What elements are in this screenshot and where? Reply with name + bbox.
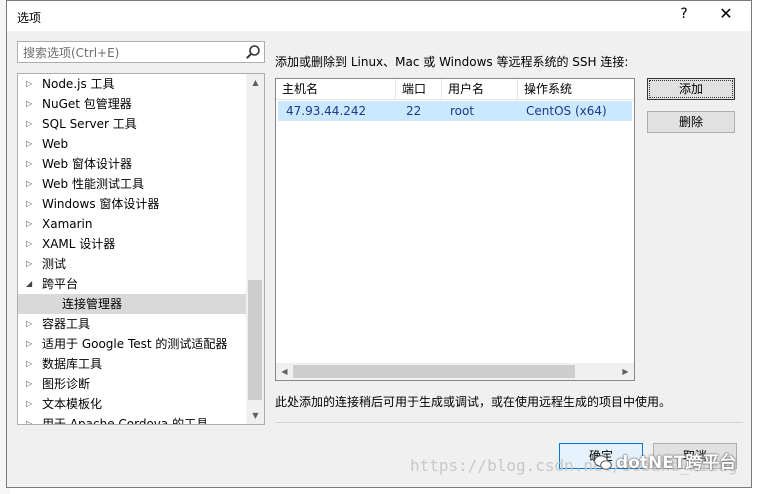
title-bar: 选项 ? ✕ xyxy=(7,1,751,31)
column-header-host[interactable]: 主机名 xyxy=(276,79,396,99)
cell-user: root xyxy=(450,104,475,118)
section-description: 添加或删除到 Linux、Mac 或 Windows 等远程系统的 SSH 连接… xyxy=(275,55,629,69)
connections-list: 主机名 端口 用户名 操作系统 47.93.44.242 22 root Cen… xyxy=(275,78,635,381)
scroll-right-icon[interactable]: ▶ xyxy=(617,363,634,380)
column-header-os[interactable]: 操作系统 xyxy=(518,79,634,99)
collapsed-arrow-icon[interactable]: ▷ xyxy=(26,334,36,354)
info-note: 此处添加的连接稍后可用于生成或调试，或在使用远程生成的项目中使用。 xyxy=(275,395,672,409)
cell-port: 22 xyxy=(406,104,422,118)
collapsed-arrow-icon[interactable]: ▷ xyxy=(26,314,36,334)
list-header: 主机名 端口 用户名 操作系统 xyxy=(276,79,634,100)
tree-item[interactable]: ▷ Windows 窗体设计器 xyxy=(18,194,248,214)
tree-item-label: 适用于 Google Test 的测试适配器 xyxy=(42,337,228,351)
options-tree: ▷ Node.js 工具 ▷ NuGet 包管理器 ▷ SQL Server 工具 ▷ Web… xyxy=(17,73,265,425)
delete-button[interactable]: 删除 xyxy=(647,111,735,133)
collapsed-arrow-icon[interactable]: ▷ xyxy=(26,114,36,134)
tree-item[interactable]: ▷ 用于 Apache Cordova 的工具 xyxy=(18,414,248,425)
tree-item[interactable]: ▷ Web 性能测试工具 xyxy=(18,174,248,194)
tree-item-label: Web xyxy=(42,137,69,151)
tree-item-label: XAML 设计器 xyxy=(42,237,116,251)
search-icon[interactable] xyxy=(245,44,261,60)
help-button[interactable]: ? xyxy=(675,6,693,22)
scroll-up-icon[interactable]: ▲ xyxy=(247,74,264,91)
tree-item[interactable]: ▷ SQL Server 工具 xyxy=(18,114,248,134)
tree-item[interactable]: ▷ 文本模板化 xyxy=(18,394,248,414)
table-row[interactable]: 47.93.44.242 22 root CentOS (x64) xyxy=(278,101,632,121)
tree-item-label: SQL Server 工具 xyxy=(42,117,137,131)
collapsed-arrow-icon[interactable]: ▷ xyxy=(26,234,36,254)
tree-item-label: NuGet 包管理器 xyxy=(42,97,132,111)
tree-item-label: Node.js 工具 xyxy=(42,77,115,91)
tree-item[interactable]: ▷ 容器工具 xyxy=(18,314,248,334)
collapsed-arrow-icon[interactable]: ▷ xyxy=(26,174,36,194)
dialog-title: 选项 xyxy=(17,11,42,25)
scroll-left-icon[interactable]: ◀ xyxy=(276,363,293,380)
column-header-port[interactable]: 端口 xyxy=(396,79,442,99)
cell-host: 47.93.44.242 xyxy=(286,104,367,118)
tree-item-label: 测试 xyxy=(42,257,67,271)
tree-item[interactable]: ▷ Xamarin xyxy=(18,214,248,234)
collapsed-arrow-icon[interactable]: ▷ xyxy=(26,394,36,414)
watermark-brand-text: dotNET跨平台 xyxy=(616,453,737,473)
collapsed-arrow-icon[interactable]: ▷ xyxy=(26,354,36,374)
search-input[interactable] xyxy=(21,44,235,62)
collapsed-arrow-icon[interactable]: ▷ xyxy=(26,134,36,154)
tree-item[interactable]: ▷ Web 窗体设计器 xyxy=(18,154,248,174)
tree-item-label: 图形诊断 xyxy=(42,377,91,391)
collapsed-arrow-icon[interactable]: ▷ xyxy=(26,194,36,214)
search-box xyxy=(17,41,265,63)
collapsed-arrow-icon[interactable]: ▷ xyxy=(26,254,36,274)
tree-item[interactable]: ▷ Web xyxy=(18,134,248,154)
cell-os: CentOS (x64) xyxy=(526,104,607,118)
tree-item-label: Web 性能测试工具 xyxy=(42,177,144,191)
tree-item-label: 连接管理器 xyxy=(62,297,123,311)
list-horizontal-scrollbar[interactable]: ◀ ▶ xyxy=(276,363,634,380)
tree-item-label: 跨平台 xyxy=(42,277,79,291)
tree-item-label: 数据库工具 xyxy=(42,357,103,371)
watermark-brand: dotNET跨平台 xyxy=(594,448,736,473)
tree-rows: ▷ Node.js 工具 ▷ NuGet 包管理器 ▷ SQL Server 工具 ▷ Web… xyxy=(18,74,248,425)
tree-item[interactable]: ▷ 适用于 Google Test 的测试适配器 xyxy=(18,334,248,354)
tree-item[interactable]: ▷ 数据库工具 xyxy=(18,354,248,374)
collapsed-arrow-icon[interactable]: ▷ xyxy=(26,94,36,114)
scroll-down-icon[interactable]: ▼ xyxy=(247,407,264,424)
tree-item-label: 用于 Apache Cordova 的工具 xyxy=(42,417,209,425)
tree-item[interactable]: ▷ 图形诊断 xyxy=(18,374,248,394)
tree-item-label: Windows 窗体设计器 xyxy=(42,197,160,211)
collapsed-arrow-icon[interactable]: ▷ xyxy=(26,414,36,424)
scroll-thumb[interactable] xyxy=(293,365,575,378)
tree-item-label: Web 窗体设计器 xyxy=(42,157,132,171)
scroll-thumb[interactable] xyxy=(248,280,262,400)
collapsed-arrow-icon[interactable]: ▷ xyxy=(26,214,36,234)
divider xyxy=(275,422,743,423)
tree-item[interactable]: 连接管理器 xyxy=(18,294,248,314)
tree-item[interactable]: ▷ XAML 设计器 xyxy=(18,234,248,254)
tree-item[interactable]: ▷ 测试 xyxy=(18,254,248,274)
options-dialog: 选项 ? ✕ ▷ Node.js 工具 ▷ NuGet 包管理器 ▷ SQL Server… xyxy=(6,0,752,488)
tree-item-label: Xamarin xyxy=(42,217,93,231)
tree-item[interactable]: ◢ 跨平台 xyxy=(18,274,248,294)
tree-item[interactable]: ▷ NuGet 包管理器 xyxy=(18,94,248,114)
tree-item[interactable]: ▷ Node.js 工具 xyxy=(18,74,248,94)
collapsed-arrow-icon[interactable]: ▷ xyxy=(26,154,36,174)
wechat-icon xyxy=(594,455,612,470)
expanded-arrow-icon[interactable]: ◢ xyxy=(26,274,36,294)
column-header-user[interactable]: 用户名 xyxy=(442,79,518,99)
collapsed-arrow-icon[interactable]: ▷ xyxy=(26,74,36,94)
close-button[interactable]: ✕ xyxy=(717,4,735,23)
tree-item-label: 文本模板化 xyxy=(42,397,103,411)
collapsed-arrow-icon[interactable]: ▷ xyxy=(26,374,36,394)
tree-item-label: 容器工具 xyxy=(42,317,91,331)
add-button[interactable]: 添加 xyxy=(647,78,735,100)
tree-vertical-scrollbar[interactable]: ▲ ▼ xyxy=(246,74,264,424)
